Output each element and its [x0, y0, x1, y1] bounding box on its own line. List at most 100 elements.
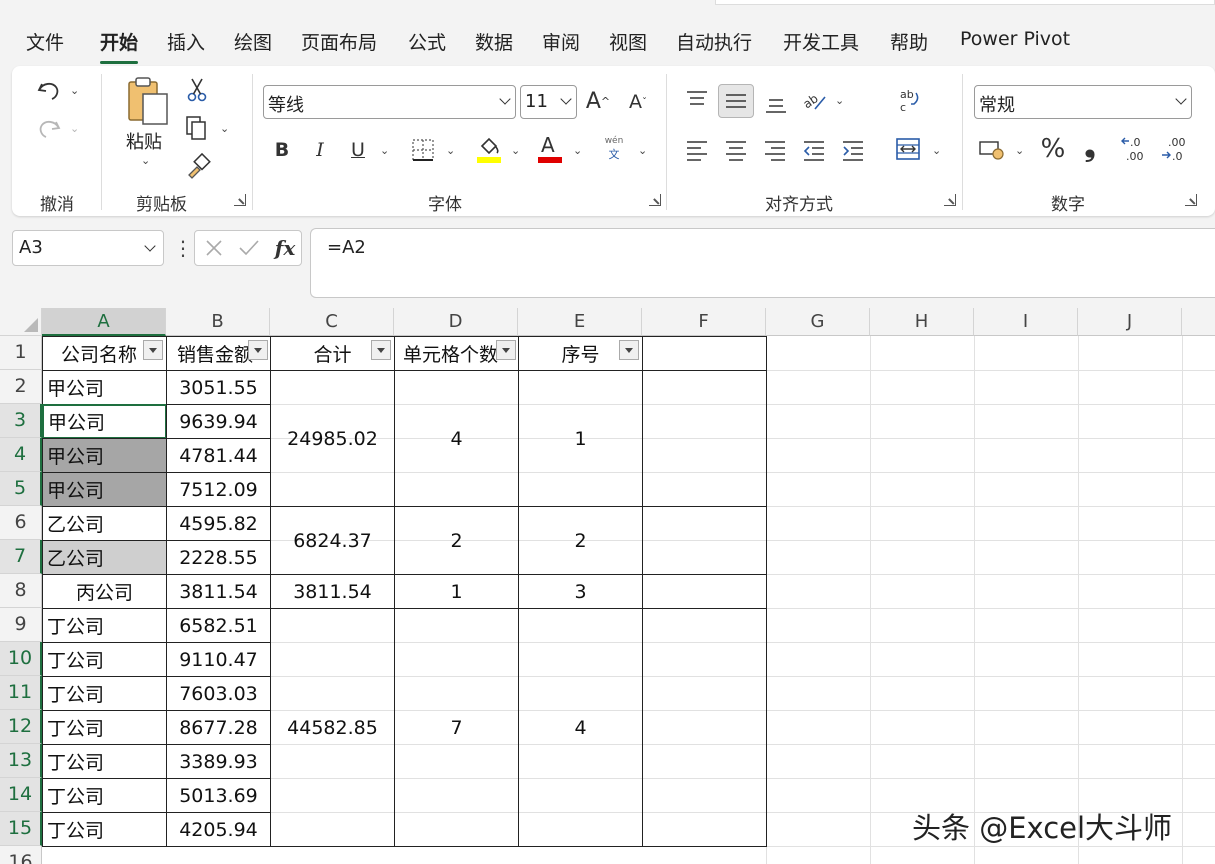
accounting-format-icon[interactable]: [977, 136, 1007, 164]
cell-e9-merged[interactable]: 4: [518, 608, 643, 847]
undo-dropdown-icon[interactable]: ⌄: [70, 84, 79, 97]
cell-a15[interactable]: 丁公司: [42, 812, 167, 847]
number-launcher-icon[interactable]: [1185, 194, 1197, 206]
comma-button[interactable]: ❟: [1078, 130, 1102, 163]
cell-f1[interactable]: [642, 336, 767, 371]
cut-icon[interactable]: [184, 76, 210, 104]
cell-e6-merged[interactable]: 2: [518, 506, 643, 575]
tab-automate[interactable]: 自动执行: [676, 28, 752, 55]
cell-a10[interactable]: 丁公司: [42, 642, 167, 677]
cell-b11[interactable]: 7603.03: [166, 676, 271, 711]
column-header-k[interactable]: [1182, 308, 1215, 336]
tab-review[interactable]: 审阅: [542, 28, 580, 55]
row-header-8[interactable]: 8: [0, 574, 42, 608]
column-header-j[interactable]: J: [1078, 308, 1182, 336]
cell-e2-merged[interactable]: 1: [518, 370, 643, 507]
increase-indent-icon[interactable]: [839, 136, 867, 164]
underline-dropdown-icon[interactable]: ⌄: [380, 144, 389, 157]
undo-icon[interactable]: [34, 76, 64, 104]
tab-home[interactable]: 开始: [100, 28, 139, 64]
decrease-font-icon[interactable]: Aˇ: [624, 88, 652, 116]
select-all-corner[interactable]: [0, 308, 42, 336]
filter-dropdown-icon[interactable]: [496, 340, 516, 360]
cell-b8[interactable]: 3811.54: [166, 574, 271, 609]
cell-c9-merged[interactable]: 44582.85: [270, 608, 395, 847]
cell-b15[interactable]: 4205.94: [166, 812, 271, 847]
cell-b12[interactable]: 8677.28: [166, 710, 271, 745]
formula-input[interactable]: =A2: [310, 228, 1215, 298]
wrap-text-icon[interactable]: ab c: [896, 86, 924, 116]
cell-b7[interactable]: 2228.55: [166, 540, 271, 575]
row-header-10[interactable]: 10: [0, 642, 42, 676]
column-header-a[interactable]: A: [42, 308, 166, 336]
cell-a4[interactable]: 甲公司: [42, 438, 167, 473]
orientation-icon[interactable]: ab: [800, 86, 830, 114]
cell-a14[interactable]: 丁公司: [42, 778, 167, 813]
column-header-i[interactable]: I: [974, 308, 1078, 336]
cell-b4[interactable]: 4781.44: [166, 438, 271, 473]
cell-b6[interactable]: 4595.82: [166, 506, 271, 541]
copy-icon[interactable]: [182, 114, 210, 142]
row-header-12[interactable]: 12: [0, 710, 42, 744]
copy-dropdown-icon[interactable]: ⌄: [220, 122, 229, 135]
percent-button[interactable]: %: [1038, 134, 1068, 164]
row-header-5[interactable]: 5: [0, 472, 42, 506]
cell-c8[interactable]: 3811.54: [270, 574, 395, 609]
cell-a9[interactable]: 丁公司: [42, 608, 167, 643]
align-bottom-icon[interactable]: [762, 90, 790, 118]
merge-center-icon[interactable]: [894, 134, 922, 164]
worksheet-grid[interactable]: A B C D E F G H I J 1 2 3 4 5 6 7 8 9 10…: [0, 308, 1215, 864]
paste-icon[interactable]: [124, 76, 172, 128]
fill-color-dropdown-icon[interactable]: ⌄: [511, 144, 520, 157]
filter-dropdown-icon[interactable]: [619, 340, 639, 360]
format-painter-icon[interactable]: [184, 152, 212, 180]
column-header-g[interactable]: G: [766, 308, 870, 336]
clipboard-launcher-icon[interactable]: [234, 194, 246, 206]
align-center-icon[interactable]: [722, 136, 750, 164]
phonetic-dropdown-icon[interactable]: ⌄: [638, 144, 647, 157]
filter-dropdown-icon[interactable]: [371, 340, 391, 360]
tab-page-layout[interactable]: 页面布局: [301, 28, 377, 55]
insert-function-icon[interactable]: fx: [271, 234, 299, 262]
cell-a5[interactable]: 甲公司: [42, 472, 167, 507]
cell-d8[interactable]: 1: [394, 574, 519, 609]
tab-power-pivot[interactable]: Power Pivot: [960, 28, 1070, 50]
column-header-d[interactable]: D: [394, 308, 518, 336]
font-color-dropdown-icon[interactable]: ⌄: [573, 144, 582, 157]
tab-help[interactable]: 帮助: [890, 28, 928, 55]
column-header-h[interactable]: H: [870, 308, 974, 336]
align-left-icon[interactable]: [683, 136, 711, 164]
row-header-6[interactable]: 6: [0, 506, 42, 540]
borders-icon[interactable]: [409, 136, 437, 164]
cell-c2-merged[interactable]: 24985.02: [270, 370, 395, 507]
tab-view[interactable]: 视图: [609, 28, 647, 55]
paste-label[interactable]: 粘贴: [126, 128, 162, 154]
decrease-indent-icon[interactable]: [800, 136, 828, 164]
cell-a7[interactable]: 乙公司: [42, 540, 167, 575]
enter-icon[interactable]: [237, 237, 261, 259]
cell-a13[interactable]: 丁公司: [42, 744, 167, 779]
row-header-11[interactable]: 11: [0, 676, 42, 710]
row-header-9[interactable]: 9: [0, 608, 42, 642]
more-options-icon[interactable]: ⋮: [173, 236, 193, 260]
row-header-4[interactable]: 4: [0, 438, 42, 472]
orientation-dropdown-icon[interactable]: ⌄: [835, 94, 844, 107]
increase-decimal-icon[interactable]: .0.00: [1119, 134, 1149, 164]
row-header-7[interactable]: 7: [0, 540, 42, 574]
cell-a3-active[interactable]: 甲公司: [42, 404, 167, 439]
cell-d6-merged[interactable]: 2: [394, 506, 519, 575]
font-size-select[interactable]: 11: [520, 85, 577, 119]
paste-dropdown-icon[interactable]: ⌄: [141, 154, 150, 167]
increase-font-icon[interactable]: A ^: [584, 86, 612, 116]
search-box-edge[interactable]: [715, 0, 1215, 5]
tab-file[interactable]: 文件: [26, 28, 64, 55]
font-color-icon[interactable]: A: [536, 132, 564, 164]
cell-f6-merged[interactable]: [642, 506, 767, 575]
tab-data[interactable]: 数据: [475, 28, 513, 55]
tab-draw[interactable]: 绘图: [234, 28, 272, 55]
column-header-f[interactable]: F: [642, 308, 766, 336]
cell-b10[interactable]: 9110.47: [166, 642, 271, 677]
row-header-3[interactable]: 3: [0, 404, 42, 438]
cell-d2-merged[interactable]: 4: [394, 370, 519, 507]
font-name-select[interactable]: 等线: [263, 85, 516, 119]
